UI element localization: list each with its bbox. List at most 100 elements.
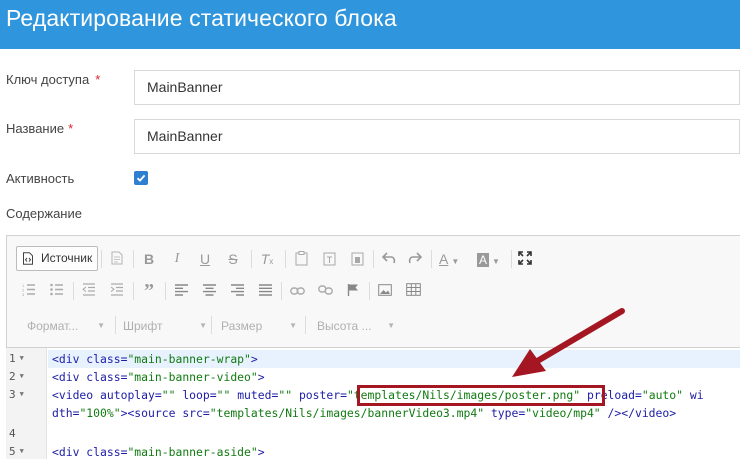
indent-icon[interactable] <box>107 278 127 304</box>
undo-icon[interactable] <box>379 246 399 272</box>
toolbar-separator <box>305 316 306 334</box>
line-number: 3 ▼ <box>6 388 47 401</box>
code-token: muted= <box>237 388 279 402</box>
code-token: "main-banner-wrap" <box>127 352 251 366</box>
format-dropdown[interactable]: Формат... ▼ <box>21 316 109 336</box>
line-number: 5 ▼ <box>6 445 47 458</box>
name-input[interactable]: MainBanner <box>134 119 740 154</box>
code-token: > <box>250 352 258 366</box>
code-line: dth="100%"><source src="templates/Nils/i… <box>52 406 740 420</box>
annotation-arrow-icon <box>512 308 625 377</box>
toolbar-separator <box>251 250 252 268</box>
required-mark: * <box>68 121 74 136</box>
redo-icon[interactable] <box>405 246 425 272</box>
code-token: <source <box>127 406 183 420</box>
svg-text:3: 3 <box>22 292 25 296</box>
italic-icon[interactable]: I <box>167 246 187 272</box>
image-icon[interactable] <box>375 278 395 304</box>
code-token: "100%" <box>79 406 121 420</box>
line-number-text: 4 <box>9 427 16 440</box>
paste-text-icon[interactable] <box>319 246 339 272</box>
content-label: Содержание <box>6 206 82 221</box>
fold-arrow-icon[interactable]: ▼ <box>20 390 24 398</box>
line-number: 2 ▼ <box>6 370 47 383</box>
code-token: autoplay= <box>100 388 162 402</box>
font-dropdown[interactable]: Шрифт ▼ <box>117 316 211 336</box>
align-justify-icon[interactable] <box>255 278 275 304</box>
code-token: <div <box>52 370 87 384</box>
align-right-icon[interactable] <box>227 278 247 304</box>
fold-arrow-icon[interactable]: ▼ <box>20 354 24 362</box>
toolbar-row-2: 123 ” <box>15 278 735 304</box>
code-token: /> <box>607 406 622 420</box>
code-line: <div class="main-banner-aside"> <box>52 445 740 459</box>
toolbar-separator <box>373 250 374 268</box>
code-token: "video/mp4" <box>525 406 608 420</box>
chevron-down-icon: ▼ <box>387 321 395 330</box>
code-token: src= <box>182 406 210 420</box>
strikethrough-icon[interactable]: S <box>223 246 243 272</box>
code-line: <div class="main-banner-video"> <box>52 370 740 384</box>
code-token: class= <box>86 352 128 366</box>
code-token: "templates/Nils/images/bannerVideo3.mp4" <box>209 406 491 420</box>
fold-arrow-icon[interactable]: ▼ <box>20 447 24 455</box>
code-token: "main-banner-aside" <box>127 445 258 459</box>
toolbar-row-1: B I U S Tx A ▼ A ▼ <box>15 246 735 272</box>
fold-arrow-icon[interactable]: ▼ <box>20 372 24 380</box>
unlink-icon[interactable] <box>315 278 335 304</box>
toolbar-separator <box>165 282 166 300</box>
align-center-icon[interactable] <box>199 278 219 304</box>
code-token: <div <box>52 352 87 366</box>
access-key-input[interactable]: MainBanner <box>134 70 740 105</box>
code-token: "" <box>278 388 299 402</box>
code-token: type= <box>490 406 526 420</box>
numbered-list-icon[interactable]: 123 <box>19 278 39 304</box>
line-number-text: 1 <box>9 352 16 365</box>
code-token: poster= <box>298 388 347 402</box>
paste-icon[interactable] <box>291 246 311 272</box>
paste-word-icon[interactable] <box>347 246 367 272</box>
templates-icon[interactable] <box>107 246 127 272</box>
line-number: 4 <box>6 427 47 440</box>
toolbar-separator <box>281 282 282 300</box>
code-token: <div <box>52 445 87 459</box>
link-icon[interactable] <box>287 278 307 304</box>
page-header: Редактирование статического блока <box>0 0 740 49</box>
toolbar-separator <box>511 250 512 268</box>
line-number-text: 5 <box>9 445 16 458</box>
active-checkbox[interactable] <box>134 171 148 185</box>
code-token: > <box>257 370 265 384</box>
maximize-icon[interactable] <box>515 246 535 272</box>
align-left-icon[interactable] <box>171 278 191 304</box>
page-title: Редактирование статического блока <box>6 5 397 31</box>
background-color-icon[interactable]: A ▼ <box>477 246 509 272</box>
code-token: wi <box>689 388 704 402</box>
chevron-down-icon: ▼ <box>97 321 105 330</box>
required-mark: * <box>95 72 101 87</box>
toolbar-separator <box>285 250 286 268</box>
code-token: dth= <box>52 406 80 420</box>
toolbar-separator <box>369 282 370 300</box>
remove-format-icon[interactable]: Tx <box>257 246 277 272</box>
outdent-icon[interactable] <box>79 278 99 304</box>
text-color-icon[interactable]: A ▼ <box>439 246 471 272</box>
code-token: <video <box>52 388 101 402</box>
code-token: class= <box>86 445 128 459</box>
code-token: "" <box>216 388 238 402</box>
blockquote-icon[interactable]: ” <box>139 278 159 304</box>
toolbar-separator <box>101 250 102 268</box>
table-icon[interactable] <box>403 278 423 304</box>
check-icon <box>136 174 146 182</box>
access-key-label: Ключ доступа * <box>6 72 101 87</box>
line-height-dropdown[interactable]: Высота ... ▼ <box>311 316 399 336</box>
code-token: </video> <box>621 406 677 420</box>
code-line: <div class="main-banner-wrap"> <box>52 352 740 366</box>
bold-icon[interactable]: B <box>139 246 159 272</box>
line-number-text: 2 <box>9 370 16 383</box>
anchor-flag-icon[interactable] <box>343 278 363 304</box>
size-dropdown[interactable]: Размер ▼ <box>215 316 301 336</box>
line-number: 1 ▼ <box>6 352 47 365</box>
bulleted-list-icon[interactable] <box>47 278 67 304</box>
toolbar-separator <box>133 250 134 268</box>
underline-icon[interactable]: U <box>195 246 215 272</box>
